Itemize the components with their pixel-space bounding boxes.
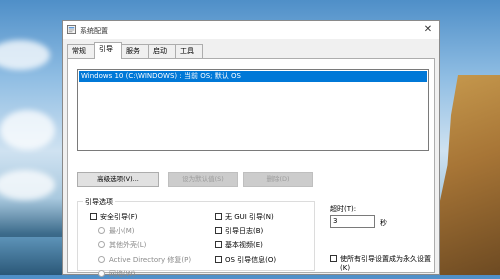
radio-icon <box>98 270 105 277</box>
checkbox-icon <box>90 213 97 220</box>
safe-boot-checkbox[interactable]: 安全引导(F) <box>90 212 138 222</box>
os-boot-info-checkbox[interactable]: OS 引导信息(O) <box>215 255 276 265</box>
timeout-label: 超时(T): <box>330 205 357 213</box>
base-video-checkbox[interactable]: 基本视频(E) <box>215 240 263 250</box>
checkbox-icon <box>215 241 222 248</box>
timeout-unit: 秒 <box>380 219 387 227</box>
no-gui-checkbox[interactable]: 无 GUI 引导(N) <box>215 212 274 222</box>
checkbox-icon <box>215 256 222 263</box>
desktop-cliff <box>430 75 500 275</box>
title-bar: 系统配置 ✕ <box>63 21 439 39</box>
checkbox-icon <box>215 227 222 234</box>
os-list-item[interactable]: Windows 10 (C:\WINDOWS) : 当前 OS; 默认 OS <box>79 71 427 82</box>
advanced-options-button[interactable]: 高级选项(V)... <box>77 172 159 187</box>
tab-general[interactable]: 常规 <box>67 44 95 58</box>
tab-startup[interactable]: 启动 <box>148 44 176 58</box>
timeout-input[interactable]: 3 <box>330 215 375 228</box>
desktop-wallpaper <box>0 0 62 275</box>
boot-options-label: 引导选项 <box>83 197 115 207</box>
active-directory-radio[interactable]: Active Directory 修复(P) <box>98 255 191 265</box>
network-radio[interactable]: 网络(W) <box>98 269 135 279</box>
delete-button[interactable]: 删除(D) <box>243 172 313 187</box>
tab-services[interactable]: 服务 <box>121 44 149 58</box>
radio-icon <box>98 227 105 234</box>
radio-icon <box>98 256 105 263</box>
make-permanent-checkbox[interactable]: 使所有引导设置成为永久设置 <box>330 254 431 264</box>
system-config-icon <box>67 25 76 34</box>
make-permanent-hotkey: (K) <box>340 264 351 272</box>
boot-panel: Windows 10 (C:\WINDOWS) : 当前 OS; 默认 OS 高… <box>67 58 435 278</box>
system-config-window: 系统配置 ✕ 常规 引导 服务 启动 工具 Windows 10 (C:\WIN… <box>62 20 440 278</box>
set-default-button[interactable]: 设为默认值(S) <box>168 172 238 187</box>
tab-boot[interactable]: 引导 <box>94 42 122 59</box>
checkbox-icon <box>215 213 222 220</box>
alternate-shell-radio[interactable]: 其他外壳(L) <box>98 240 146 250</box>
boot-log-checkbox[interactable]: 引导日志(B) <box>215 226 263 236</box>
os-list[interactable]: Windows 10 (C:\WINDOWS) : 当前 OS; 默认 OS <box>77 69 429 151</box>
window-title: 系统配置 <box>80 27 108 35</box>
tab-tools[interactable]: 工具 <box>175 44 203 58</box>
checkbox-icon <box>330 255 337 262</box>
radio-icon <box>98 241 105 248</box>
close-button[interactable]: ✕ <box>417 21 439 39</box>
minimal-radio[interactable]: 最小(M) <box>98 226 135 236</box>
